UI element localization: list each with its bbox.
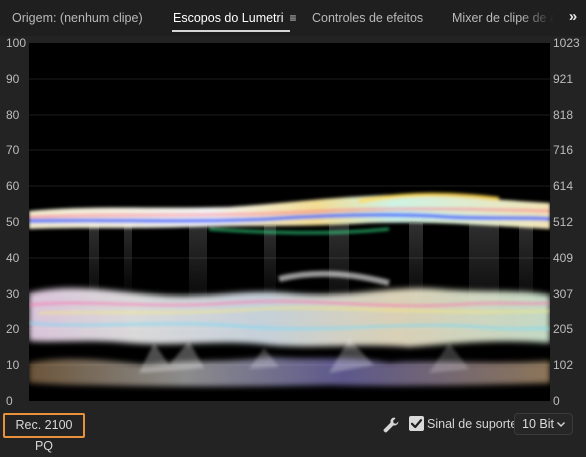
color-space-selector[interactable]: Rec. 2100 PQ [3, 413, 85, 453]
left-axis-tick: 10 [6, 358, 20, 373]
left-axis-tick: 0 [6, 394, 13, 408]
waveform-mid-band [29, 288, 550, 347]
tab-fade [520, 0, 560, 36]
right-axis-tick: 0 [553, 394, 560, 408]
right-axis-tick: 818 [553, 107, 574, 122]
tab-lumetri-scopes-label: Escopos do Lumetri [173, 11, 284, 25]
chevron-down-icon [556, 421, 566, 428]
support-signal-label: Sinal de suporte [427, 417, 518, 431]
waveform-display [29, 43, 550, 401]
right-axis-tick: 307 [553, 286, 574, 301]
right-axis-tick: 512 [553, 215, 574, 229]
hamburger-menu-icon[interactable]: ≡ [289, 10, 296, 26]
wrench-icon[interactable] [382, 416, 400, 434]
tab-effect-controls[interactable]: Controles de efeitos [312, 10, 423, 30]
right-axis-tick: 921 [553, 71, 574, 86]
left-axis-tick: 60 [6, 179, 20, 194]
left-axis-tick: 40 [6, 250, 20, 265]
right-axis-tick: 205 [553, 322, 574, 337]
right-axis-tick: 409 [553, 250, 574, 265]
right-axis-tick: 716 [553, 143, 574, 158]
waveform-low-band [29, 357, 550, 387]
active-tab-indicator [172, 30, 290, 32]
tab-lumetri-scopes[interactable]: Escopos do Lumetri ≡ [173, 10, 297, 30]
tab-source-monitor[interactable]: Origem: (nenhum clipe) [12, 10, 143, 30]
right-axis-tick: 1023 [553, 36, 580, 50]
checkmark-icon [410, 419, 423, 429]
left-axis-tick: 70 [6, 143, 20, 158]
left-axis-tick: 20 [6, 322, 20, 337]
left-axis-tick: 50 [6, 215, 20, 229]
left-axis-tick: 90 [6, 71, 20, 86]
support-signal-checkbox[interactable] [409, 416, 424, 431]
panel-tab-bar: Origem: (nenhum clipe) Escopos do Lumetr… [0, 0, 586, 37]
left-axis-tick: 30 [6, 286, 20, 301]
tab-source-monitor-label: Origem: (nenhum clipe) [12, 11, 143, 25]
double-chevron-right-icon[interactable]: » [560, 0, 586, 36]
bit-depth-dropdown[interactable]: 10 Bit [514, 413, 573, 435]
left-axis-tick: 80 [6, 107, 20, 122]
right-axis-tick: 102 [553, 358, 574, 373]
tab-effect-controls-label: Controles de efeitos [312, 11, 424, 25]
lumetri-waveform-scope: 100 90 80 70 60 50 40 30 20 10 0 1023 921 818 716 614 5… [0, 36, 586, 408]
bit-depth-value: 10 Bit [522, 417, 554, 431]
left-axis-tick: 100 [6, 36, 27, 50]
waveform-graphic [29, 78, 550, 387]
scope-bottom-bar: Rec. 2100 PQ Sinal de suporte 10 Bit [0, 408, 586, 453]
right-axis-tick: 614 [553, 179, 574, 194]
